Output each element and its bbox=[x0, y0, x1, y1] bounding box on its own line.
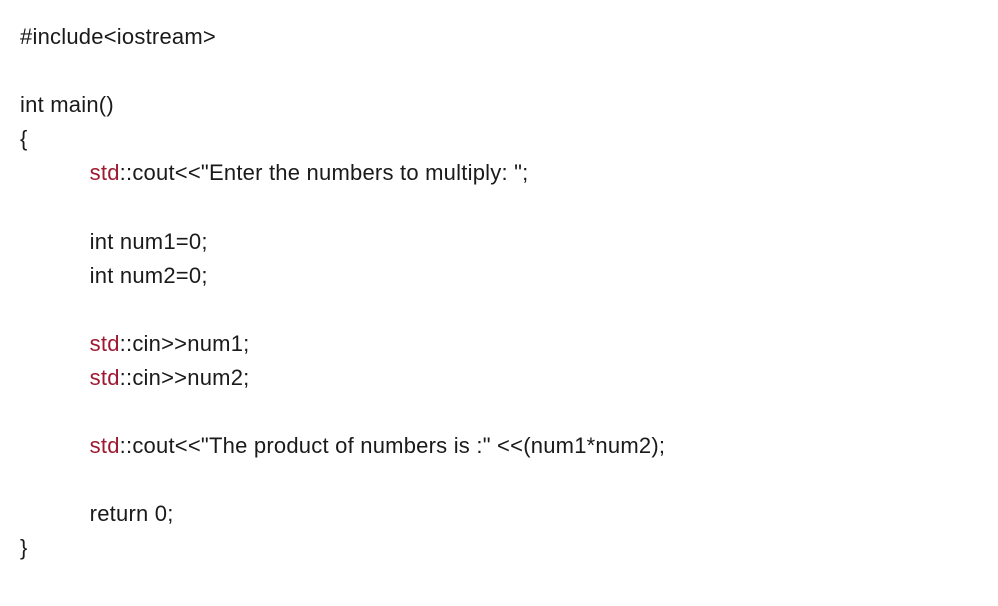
std-keyword: std bbox=[90, 365, 120, 390]
line-include: #include<iostream> bbox=[20, 24, 216, 49]
std-keyword: std bbox=[90, 331, 120, 356]
code-block: #include<iostream> int main() { std::cou… bbox=[20, 20, 978, 566]
std-keyword: std bbox=[90, 433, 120, 458]
line-cout-prompt: ::cout<<"Enter the numbers to multiply: … bbox=[120, 160, 529, 185]
line-cin2: ::cin>>num2; bbox=[120, 365, 250, 390]
line-brace-open: { bbox=[20, 126, 28, 151]
line-num1: int num1=0; bbox=[90, 229, 208, 254]
line-cin1: ::cin>>num1; bbox=[120, 331, 250, 356]
line-main: int main() bbox=[20, 92, 114, 117]
line-cout-result: ::cout<<"The product of numbers is :" <<… bbox=[120, 433, 666, 458]
line-return: return 0; bbox=[90, 501, 174, 526]
line-brace-close: } bbox=[20, 535, 28, 560]
line-num2: int num2=0; bbox=[90, 263, 208, 288]
std-keyword: std bbox=[90, 160, 120, 185]
